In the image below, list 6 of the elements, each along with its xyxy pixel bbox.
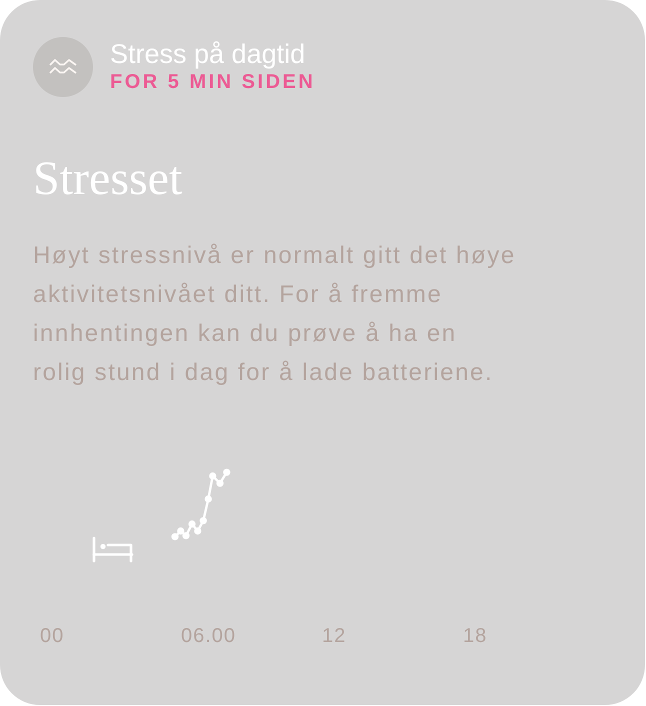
timestamp: FOR 5 MIN SIDEN	[110, 70, 316, 95]
wave-icon	[33, 37, 93, 97]
stress-point	[200, 517, 207, 524]
stress-point	[204, 495, 212, 503]
bed-icon	[92, 536, 134, 562]
stress-point	[223, 468, 230, 476]
